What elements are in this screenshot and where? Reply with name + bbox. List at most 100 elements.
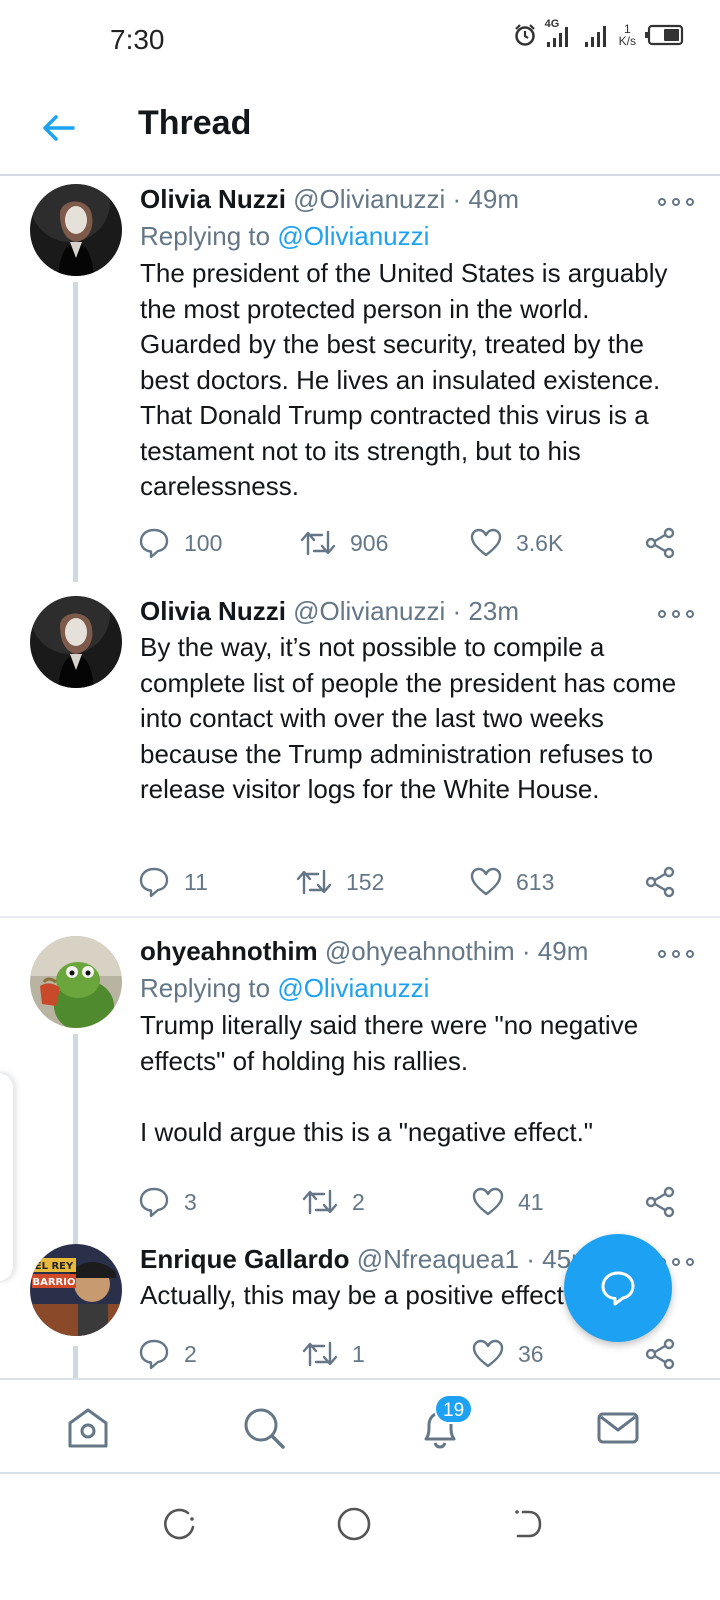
like-button[interactable]: 36 xyxy=(472,1334,544,1374)
status-icons: 4G 1 K/s xyxy=(513,18,684,48)
reply-button[interactable]: 11 xyxy=(138,862,208,902)
arrow-left-icon xyxy=(43,115,75,141)
page-title: Thread xyxy=(138,104,252,142)
separator-dot: · xyxy=(526,1244,535,1274)
tweet-divider xyxy=(0,916,720,918)
edge-panel-handle[interactable] xyxy=(0,1072,14,1282)
reply-button[interactable]: 3 xyxy=(138,1182,197,1222)
battery-icon xyxy=(645,24,684,46)
author-name[interactable]: Enrique Gallardo xyxy=(140,1244,350,1274)
like-count: 36 xyxy=(518,1340,544,1367)
avatar[interactable]: EL REY BARRIO xyxy=(30,1244,122,1336)
retweet-icon xyxy=(300,530,336,556)
avatar[interactable] xyxy=(30,184,122,276)
back-system-button[interactable] xyxy=(506,1504,546,1544)
dot xyxy=(658,198,666,206)
more-options-button[interactable] xyxy=(658,192,694,212)
mention-link[interactable]: @Olivianuzzi xyxy=(277,221,429,251)
mention-link[interactable]: @Olivianuzzi xyxy=(277,973,429,1003)
tweet-actions: 3 2 41 xyxy=(138,1182,698,1222)
cellular-signal-2-icon xyxy=(584,26,606,47)
like-button[interactable]: 3.6K xyxy=(470,523,563,563)
like-button[interactable]: 41 xyxy=(472,1182,544,1222)
home-system-button[interactable] xyxy=(334,1504,374,1544)
retweet-button[interactable]: 152 xyxy=(296,862,384,902)
retweet-count: 1 xyxy=(352,1340,365,1367)
thread-feed[interactable]: Olivia Nuzzi @Olivianuzzi · 49m Replying… xyxy=(0,178,720,1378)
retweet-count: 2 xyxy=(352,1188,365,1215)
messages-icon xyxy=(597,1412,639,1444)
separator-dot: · xyxy=(521,936,531,966)
tweet-text: By the way, it’s not possible to compile… xyxy=(140,632,677,804)
retweet-button[interactable]: 906 xyxy=(300,523,388,563)
share-icon xyxy=(645,1338,675,1370)
reply-count: 100 xyxy=(184,529,223,556)
system-navigation-bar xyxy=(0,1476,720,1600)
share-button[interactable] xyxy=(644,862,676,902)
retweet-icon xyxy=(302,1189,338,1215)
reply-button[interactable]: 2 xyxy=(138,1334,197,1374)
share-icon xyxy=(645,866,675,898)
author-handle[interactable]: @Olivianuzzi xyxy=(293,184,445,214)
svg-text:BARRIO: BARRIO xyxy=(33,1277,76,1288)
tweet-text: The president of the United States is ar… xyxy=(140,258,668,501)
author-handle[interactable]: @Nfreaquea1 xyxy=(357,1244,519,1274)
retweet-count: 152 xyxy=(346,868,385,895)
more-options-button[interactable] xyxy=(658,944,694,964)
reply-button[interactable]: 100 xyxy=(138,523,222,563)
alarm-icon xyxy=(514,24,535,46)
dot xyxy=(686,198,694,206)
replying-to-label: Replying to xyxy=(140,221,271,251)
author-handle[interactable]: @Olivianuzzi xyxy=(293,596,445,626)
tweet-header: Olivia Nuzzi @Olivianuzzi · 49m xyxy=(140,182,690,216)
author-name[interactable]: ohyeahnothim xyxy=(140,936,318,966)
dot xyxy=(658,610,666,618)
tweet-timestamp: 23m xyxy=(468,596,519,626)
recent-apps-button[interactable] xyxy=(160,1504,200,1544)
tweet-header: ohyeahnothim @ohyeahnothim · 49m xyxy=(140,934,690,968)
like-count: 41 xyxy=(518,1188,544,1215)
retweet-button[interactable]: 1 xyxy=(302,1334,365,1374)
notifications-badge: 19 xyxy=(434,1394,474,1424)
tweet[interactable]: Olivia Nuzzi @Olivianuzzi · 23m By the w… xyxy=(0,590,720,916)
share-button[interactable] xyxy=(644,1334,676,1374)
tweet[interactable]: Olivia Nuzzi @Olivianuzzi · 49m Replying… xyxy=(0,178,720,588)
share-icon xyxy=(645,1186,675,1218)
network-speed: 1 K/s xyxy=(619,23,636,47)
reply-count: 3 xyxy=(184,1188,197,1215)
tab-messages[interactable] xyxy=(594,1404,642,1452)
replying-to: Replying to @Olivianuzzi xyxy=(140,218,690,254)
share-button[interactable] xyxy=(644,1182,676,1222)
tweet-timestamp: 49m xyxy=(468,184,519,214)
svg-text:EL REY: EL REY xyxy=(35,1261,74,1272)
heart-icon xyxy=(472,1187,504,1216)
tweet-content: ohyeahnothim @ohyeahnothim · 49m Replyin… xyxy=(140,934,690,1150)
avatar[interactable] xyxy=(30,936,122,1028)
author-handle[interactable]: @ohyeahnothim xyxy=(325,936,515,966)
back-button[interactable] xyxy=(38,108,78,148)
tab-home[interactable] xyxy=(64,1404,112,1452)
speed-unit: K/s xyxy=(618,34,636,48)
thread-connector-line xyxy=(73,1034,78,1244)
retweet-button[interactable]: 2 xyxy=(302,1182,365,1222)
tweet-actions: 100 906 3.6K xyxy=(138,523,698,563)
dot xyxy=(672,610,680,618)
tab-search[interactable] xyxy=(240,1404,288,1452)
compose-reply-button[interactable] xyxy=(564,1234,672,1342)
author-name[interactable]: Olivia Nuzzi xyxy=(140,184,286,214)
heart-icon xyxy=(472,1339,504,1368)
replying-to-label: Replying to xyxy=(140,973,271,1003)
dot xyxy=(672,1258,680,1266)
separator-dot: · xyxy=(452,596,462,626)
share-button[interactable] xyxy=(644,523,676,563)
dot xyxy=(686,610,694,618)
reply-icon xyxy=(139,867,169,898)
author-name[interactable]: Olivia Nuzzi xyxy=(140,596,286,626)
like-button[interactable]: 613 xyxy=(470,862,554,902)
dot xyxy=(686,1258,694,1266)
compose-reply-icon xyxy=(601,1271,635,1306)
status-time: 7:30 xyxy=(110,24,165,55)
avatar[interactable] xyxy=(30,596,122,688)
dot xyxy=(686,950,694,958)
more-options-button[interactable] xyxy=(658,604,694,624)
